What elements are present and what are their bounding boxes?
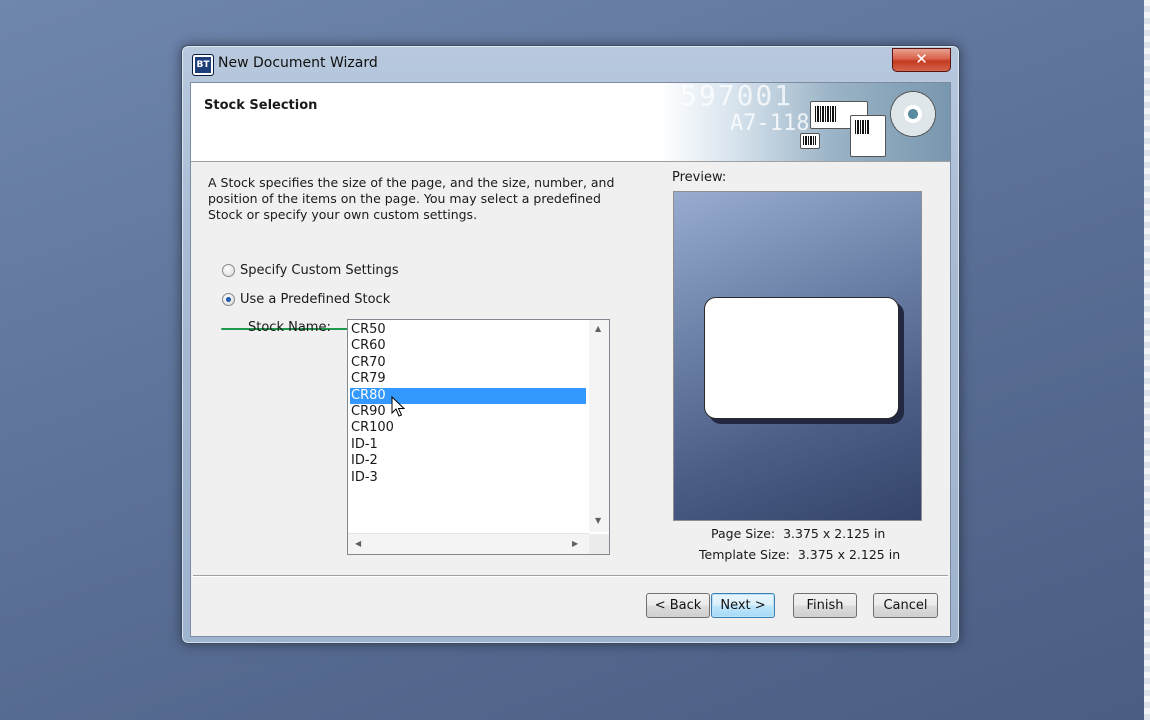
window-title: New Document Wizard: [218, 55, 378, 71]
custom-settings-option[interactable]: Specify Custom Settings: [222, 263, 399, 278]
vertical-scrollbar[interactable]: ▲ ▼: [589, 320, 609, 532]
predefined-stock-label: Use a Predefined Stock: [240, 292, 391, 307]
finish-button[interactable]: Finish: [793, 593, 857, 618]
scroll-down-icon[interactable]: ▼: [595, 516, 601, 525]
cancel-button[interactable]: Cancel: [873, 593, 938, 618]
predefined-stock-option[interactable]: Use a Predefined Stock: [222, 292, 390, 307]
scroll-right-icon[interactable]: ▶: [572, 539, 578, 548]
stock-list-item[interactable]: ID-3: [350, 470, 586, 486]
app-icon: BT: [192, 54, 214, 76]
wizard-client-area: Stock Selection 597001 A7-118 A Stock sp…: [190, 82, 951, 637]
wizard-window: BT New Document Wizard ✕ Stock Selection…: [181, 45, 960, 644]
wizard-header: Stock Selection 597001 A7-118: [191, 83, 950, 162]
scrollbar-corner: [589, 534, 609, 554]
stock-list-item[interactable]: CR60: [350, 338, 586, 354]
template-size-line: Template Size: 3.375 x 2.125 in: [699, 547, 900, 562]
next-button[interactable]: Next >: [711, 593, 775, 618]
card-preview: [704, 297, 899, 419]
background-strip: [1144, 0, 1150, 720]
page-size-value: 3.375 x 2.125 in: [783, 526, 886, 541]
stock-name-label: Stock Name:: [248, 320, 331, 335]
banner-text: 597001: [680, 83, 794, 112]
horizontal-scrollbar[interactable]: ◀ ▶: [348, 533, 589, 554]
preview-panel: [673, 191, 922, 521]
small-barcode-icon: [800, 133, 820, 149]
page-size-label: Page Size:: [711, 526, 776, 541]
stock-list-item[interactable]: CR80: [350, 387, 586, 404]
scroll-up-icon[interactable]: ▲: [595, 324, 601, 333]
back-button[interactable]: < Back: [646, 593, 710, 618]
custom-settings-label: Specify Custom Settings: [240, 263, 399, 278]
stock-list-item[interactable]: CR79: [350, 371, 586, 387]
stock-list: CR50 CR60 CR70 CR79 CR80 CR90 CR100 ID-1 ID-2 ID-…: [350, 322, 586, 486]
custom-settings-radio[interactable]: [222, 264, 235, 277]
mouse-cursor-icon: [391, 395, 406, 422]
stock-list-item[interactable]: CR50: [350, 322, 586, 338]
stock-list-item[interactable]: ID-2: [350, 453, 586, 469]
preview-label: Preview:: [672, 170, 727, 185]
page-title: Stock Selection: [204, 98, 318, 113]
page-size-line: Page Size: 3.375 x 2.125 in: [711, 526, 885, 541]
title-bar[interactable]: BT New Document Wizard ✕: [182, 46, 959, 82]
template-size-value: 3.375 x 2.125 in: [797, 547, 901, 562]
stock-list-item[interactable]: CR70: [350, 355, 586, 371]
stock-list-item[interactable]: CR90: [350, 404, 586, 420]
description-text: A Stock specifies the size of the page, …: [208, 175, 615, 222]
header-banner-image: 597001 A7-118: [660, 83, 950, 161]
stock-name-listbox[interactable]: CR50 CR60 CR70 CR79 CR80 CR90 CR100 ID-1 ID-2 ID-…: [347, 319, 610, 555]
qr-label-icon: [850, 115, 886, 157]
stock-list-item[interactable]: CR100: [350, 420, 586, 436]
button-separator: [193, 575, 948, 577]
stock-list-item[interactable]: ID-1: [350, 437, 586, 453]
template-size-label: Template Size:: [699, 547, 790, 562]
disc-label-icon: [890, 91, 936, 137]
scroll-left-icon[interactable]: ◀: [355, 539, 361, 548]
predefined-stock-radio[interactable]: [222, 293, 235, 306]
close-button[interactable]: ✕: [892, 48, 951, 72]
banner-text: A7-118: [730, 111, 810, 136]
